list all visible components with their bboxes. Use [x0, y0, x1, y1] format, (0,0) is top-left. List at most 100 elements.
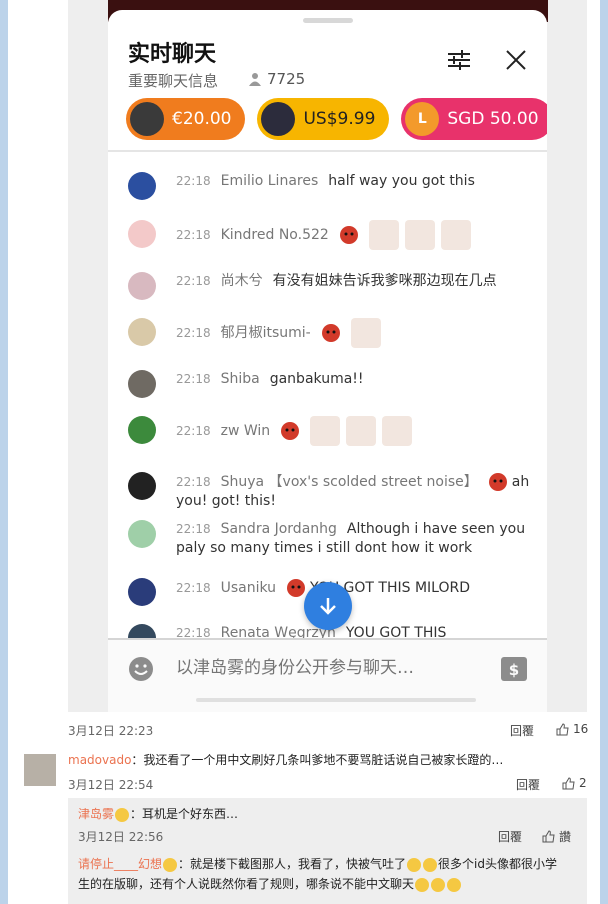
like-button[interactable]: 2	[562, 776, 587, 790]
super-chat-icon[interactable]: $	[500, 656, 528, 682]
sub-reply-body-cont: 很多个id头像都很小学	[438, 857, 557, 871]
avatar[interactable]	[128, 472, 156, 500]
author-name[interactable]: Shuya 【vox's scolded street noise】	[221, 474, 478, 490]
avatar[interactable]	[128, 520, 156, 548]
like-button[interactable]: 16	[556, 722, 588, 736]
close-icon[interactable]	[504, 48, 528, 72]
message-time: 22:18	[176, 581, 211, 595]
author-name[interactable]: zw Win	[221, 423, 271, 439]
like-button[interactable]: 讚	[542, 828, 571, 845]
chat-message: 22:18 Shuya 【vox's scolded street noise】 a…	[128, 472, 533, 511]
avatar[interactable]	[128, 172, 156, 200]
avatar[interactable]	[128, 370, 156, 398]
avatar[interactable]	[128, 220, 156, 248]
reply-button[interactable]: 回覆	[516, 776, 540, 793]
sub-reply-text: 请停止____幻想 ：就是楼下截图那人，我看了，快被气吐了 很多个id头像都很小学生…	[78, 854, 578, 894]
author-name[interactable]: 郁月椒itsumi-	[221, 325, 311, 341]
viewer-count-value: 7725	[267, 70, 306, 88]
message-time: 22:18	[176, 372, 211, 386]
chat-message: 22:18 郁月椒itsumi-	[128, 318, 533, 348]
emoji-icon	[115, 807, 130, 822]
sub-reply-body: ：耳机是个好东西…	[130, 807, 239, 821]
sub-reply-box: 津岛雾 ：耳机是个好东西… 3月12日 22:56 回覆 讚 请停止____幻想 ：…	[68, 798, 587, 904]
sub-reply-author[interactable]: 津岛雾	[78, 807, 114, 821]
author-name[interactable]: 尚木兮	[221, 273, 263, 289]
like-count: 2	[579, 776, 587, 790]
comment-author[interactable]: madovado	[68, 753, 131, 767]
anime-sticker-icon	[350, 318, 381, 348]
red-face-emoji-icon	[321, 324, 340, 342]
message-time: 22:18	[176, 174, 211, 188]
message-time: 22:18	[176, 626, 211, 638]
super-chat-chip[interactable]: US$9.99	[257, 98, 390, 140]
super-chat-amount: €20.00	[172, 109, 232, 129]
super-chat-chip[interactable]: L SGD 50.00	[401, 98, 547, 140]
avatar	[261, 102, 296, 136]
comment-date: 3月12日 22:54	[68, 778, 154, 792]
drag-handle[interactable]	[303, 18, 353, 23]
author-name[interactable]: Sandra Jordanhg	[221, 521, 337, 537]
emoji-picker-icon[interactable]	[128, 656, 154, 682]
super-chat-chip[interactable]: €20.00	[126, 98, 246, 140]
scroll-to-bottom-button[interactable]	[304, 582, 352, 630]
sub-reply-body: ：就是楼下截图那人，我看了，快被气吐了	[178, 857, 407, 871]
divider	[108, 150, 547, 152]
chat-message-list: 22:18 Emilio Linares half way you got this…	[108, 160, 547, 638]
message-text: 有没有姐妹告诉我爹咪那边现在几点	[272, 273, 497, 289]
message-body: 22:18 尚木兮 有没有姐妹告诉我爹咪那边现在几点	[176, 272, 531, 291]
avatar: L	[405, 102, 440, 136]
emoji-icon	[415, 877, 430, 892]
emoji-icon	[423, 857, 438, 872]
super-chat-ticker: €20.00 US$9.99 L SGD 50.00	[126, 98, 547, 144]
message-body: 22:18 zw Win	[176, 416, 531, 446]
author-name[interactable]: Kindred No.522	[221, 227, 329, 243]
message-body: 22:18 Sandra Jordanhg Although i have seen…	[176, 520, 531, 558]
sub-reply-body-line2: 生的在版聊，还有个人说既然你看了规则，哪条说不能中文聊天	[78, 877, 415, 891]
message-time: 22:18	[176, 475, 211, 489]
reply-button[interactable]: 回覆	[498, 828, 522, 845]
chat-input-bar: $	[108, 640, 547, 712]
post-date: 3月12日 22:23	[68, 724, 154, 738]
sub-reply-author[interactable]: 请停止____幻想	[78, 857, 162, 871]
message-body: 22:18 Shiba ganbakuma!!	[176, 370, 531, 389]
author-name[interactable]: Usaniku	[221, 580, 276, 596]
author-name[interactable]: Shiba	[221, 371, 260, 387]
svg-text:$: $	[509, 661, 519, 679]
chat-message: 22:18 zw Win	[128, 416, 533, 446]
message-time: 22:18	[176, 228, 211, 242]
message-text: ganbakuma!!	[269, 371, 364, 387]
avatar[interactable]	[128, 624, 156, 638]
avatar[interactable]	[128, 272, 156, 300]
message-body: 22:18 Shuya 【vox's scolded street noise】 a…	[176, 472, 531, 511]
avatar[interactable]	[128, 416, 156, 444]
chat-subtitle[interactable]: 重要聊天信息	[128, 70, 218, 91]
emoji-icon	[431, 877, 446, 892]
author-name[interactable]: Emilio Linares	[221, 173, 319, 189]
live-chat-panel: 实时聊天 重要聊天信息 7725 €20.00 US$9.99 L SGD 50…	[108, 10, 547, 712]
avatar[interactable]	[128, 318, 156, 346]
thumbs-up-icon	[556, 722, 569, 735]
chat-title: 实时聊天	[128, 42, 217, 67]
chat-message-input[interactable]	[176, 658, 456, 678]
message-body: 22:18 Renata Węgrzyn YOU GOT THIS	[176, 624, 531, 638]
chat-message: 22:18 Sandra Jordanhg Although i have seen…	[128, 520, 533, 558]
comment-section: 3月12日 22:23 回覆 16 madovado：我还看了一个用中文刷好几条…	[0, 712, 608, 904]
message-body: 22:18 Kindred No.522	[176, 220, 531, 250]
anime-sticker-icon	[404, 220, 435, 250]
emoji-icon	[407, 857, 422, 872]
red-face-emoji-icon	[287, 579, 306, 597]
avatar[interactable]	[24, 754, 56, 786]
super-chat-amount: SGD 50.00	[447, 109, 539, 129]
red-face-emoji-icon	[281, 422, 300, 440]
emoji-icon	[163, 857, 178, 872]
home-indicator	[196, 698, 476, 702]
like-count: 16	[573, 722, 589, 736]
comment-body: ：我还看了一个用中文刷好几条叫爹地不要骂脏话说自己被家长蹬的…	[131, 753, 504, 767]
reply-button[interactable]: 回覆	[510, 722, 534, 739]
avatar[interactable]	[128, 578, 156, 606]
filter-icon[interactable]	[446, 48, 472, 72]
message-time: 22:18	[176, 522, 211, 536]
arrow-down-icon	[320, 598, 336, 615]
anime-sticker-icon	[382, 416, 413, 446]
viewer-count: 7725	[248, 70, 305, 88]
